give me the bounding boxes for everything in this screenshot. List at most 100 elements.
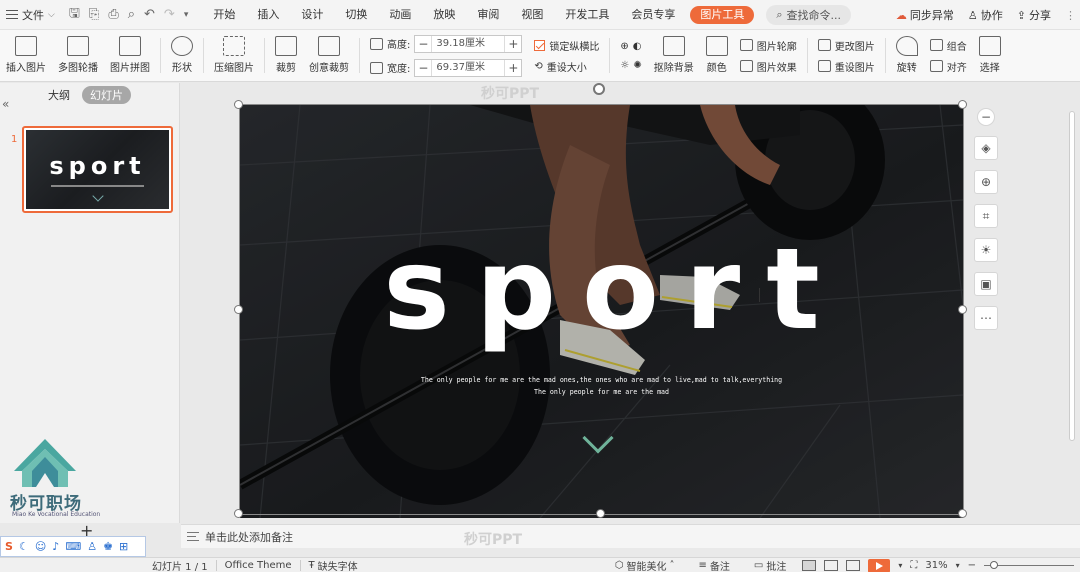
group-button[interactable]: 组合 [929,38,967,53]
tab-picture-tools[interactable]: 图片工具 [690,5,755,24]
tab-design[interactable]: 设计 [290,0,334,30]
reset-size-button[interactable]: ⟲ 重设大小 [534,59,599,74]
shape-button[interactable]: 形状 [165,30,199,81]
remove-background-button[interactable]: 抠除背景 [648,30,700,81]
height-field[interactable]: − 39.18厘米 + [414,34,523,53]
zoom-slider[interactable] [984,561,1074,569]
contrast-icon[interactable]: ◐ [633,41,642,52]
slide-sorter-view-icon[interactable] [824,560,839,571]
notes-placeholder[interactable]: 单击此处添加备注 [205,529,293,545]
notes-toggle-button[interactable]: ≡ 备注 [691,558,738,572]
tab-member[interactable]: 会员专享 [620,0,686,30]
insert-picture-button[interactable]: 插入图片 [0,30,52,81]
command-search[interactable]: ⌕ 查找命令... [766,4,852,25]
align-button[interactable]: 对齐 [929,59,967,74]
microphone-icon[interactable]: ♪ [52,540,59,553]
more-vertical-icon[interactable]: ⋮ [1065,9,1076,22]
fit-window-icon[interactable]: ⛶ [910,560,917,571]
change-picture-button[interactable]: 更改图片 [817,38,875,53]
share-button[interactable]: ⇪ 分享 [1017,7,1051,23]
sun-icon[interactable]: ✺ [633,60,641,71]
chevron-down-icon[interactable]: ▾ [898,561,902,570]
chevron-down-icon[interactable]: ▾ [956,561,960,570]
file-menu[interactable]: 文件 ⌵ [0,0,55,30]
crop-button[interactable]: 裁剪 [269,30,303,81]
rotate-button[interactable]: 旋转 [890,30,924,81]
width-value[interactable]: 69.37厘米 [431,59,506,76]
crop-icon[interactable]: ⌗ [974,204,998,228]
multi-carousel-button[interactable]: 多图轮播 [52,30,104,81]
tab-animations[interactable]: 动画 [378,0,422,30]
moon-icon[interactable]: ☾ [19,540,29,553]
brightness-up-icon[interactable]: ⊕ [620,41,628,52]
sogou-logo-icon[interactable]: S [5,540,13,553]
slide-subtitle-line-1[interactable]: The only people for me are the mad ones,… [240,376,963,384]
creative-crop-button[interactable]: 创意裁剪 [303,30,355,81]
normal-view-icon[interactable] [802,560,817,571]
grid-icon[interactable]: ⊞ [119,540,128,553]
tab-view[interactable]: 视图 [510,0,554,30]
brightness-icon[interactable]: ☼ [620,60,629,71]
height-decrement-button[interactable]: − [415,36,431,52]
height-increment-button[interactable]: + [505,36,521,52]
print-icon[interactable]: ⎙ [108,7,118,22]
undo-icon[interactable]: ↶ [144,7,155,22]
save-icon[interactable]: 🖫 [69,4,80,26]
width-increment-button[interactable]: + [505,60,521,76]
print-preview-icon[interactable]: ⌕ [128,7,135,22]
export-icon[interactable]: ⎘ [89,7,99,22]
tab-slideshow[interactable]: 放映 [422,0,466,30]
collapse-panel-icon[interactable]: « [2,97,9,111]
emoji-icon[interactable]: ☺ [35,540,46,553]
layers-icon[interactable]: ◈ [974,136,998,160]
height-value[interactable]: 39.18厘米 [431,35,506,52]
slide-title[interactable]: sport [240,225,963,355]
redo-icon[interactable]: ↷ [164,7,175,22]
slide-subtitle-line-2[interactable]: The only people for me are the mad [240,388,963,396]
keyboard-icon[interactable]: ⌨ [65,540,81,553]
comments-button[interactable]: ▭ 批注 [746,558,794,572]
play-slideshow-button[interactable] [868,558,891,572]
zoom-out-icon[interactable]: − [968,560,976,571]
picture-effects-button[interactable]: 图片效果 [739,59,797,74]
reset-picture-button[interactable]: 重设图片 [817,59,875,74]
resize-handle-bottom-center[interactable] [596,509,605,518]
resize-handle-middle-left[interactable] [234,305,243,314]
smart-beautify-button[interactable]: ⬡ 智能美化 ˄ [607,558,683,572]
picture-replace-icon[interactable]: ▣ [974,272,998,296]
lightbulb-icon[interactable]: ☀ [974,238,998,262]
picture-outline-button[interactable]: 图片轮廓 [739,38,797,53]
tab-review[interactable]: 审阅 [466,0,510,30]
rotate-handle[interactable] [593,83,605,95]
resize-handle-bottom-right[interactable] [958,509,967,518]
customize-icon[interactable]: ▾ [184,10,189,20]
tab-outline[interactable]: 大纲 [48,87,70,103]
tab-transitions[interactable]: 切换 [334,0,378,30]
lock-ratio-checkbox[interactable]: 锁定纵横比 [534,38,599,53]
missing-font-button[interactable]: Ŧ 缺失字体 [301,558,366,572]
width-field[interactable]: − 69.37厘米 + [414,58,523,77]
resize-handle-top-left[interactable] [234,100,243,109]
picture-collage-button[interactable]: 图片拼图 [104,30,156,81]
zoom-slider-knob[interactable] [990,561,998,569]
tab-home[interactable]: 开始 [202,0,246,30]
shirt-icon[interactable]: ♚ [103,540,113,553]
sync-status-button[interactable]: ☁ 同步异常 [896,7,954,23]
compress-picture-button[interactable]: 压缩图片 [208,30,260,81]
slide-thumbnail[interactable]: sport [22,126,173,213]
tab-developer[interactable]: 开发工具 [554,0,620,30]
tab-insert[interactable]: 插入 [246,0,290,30]
vertical-scrollbar[interactable] [1068,111,1076,521]
user-icon[interactable]: ♙ [87,540,97,553]
scrollbar-thumb[interactable] [1069,111,1075,441]
color-button[interactable]: 颜色 [700,30,734,81]
reading-view-icon[interactable] [846,560,861,571]
notes-bar[interactable]: 单击此处添加备注 秒可PPT [181,524,1080,548]
tab-slides[interactable]: 幻灯片 [82,86,131,104]
collapse-toolbar-icon[interactable]: − [977,108,995,126]
resize-handle-middle-right[interactable] [958,305,967,314]
zoom-level[interactable]: 31% [925,560,947,571]
zoom-in-icon[interactable]: ⊕ [974,170,998,194]
resize-handle-bottom-left[interactable] [234,509,243,518]
select-button[interactable]: 选择 [973,30,1007,81]
